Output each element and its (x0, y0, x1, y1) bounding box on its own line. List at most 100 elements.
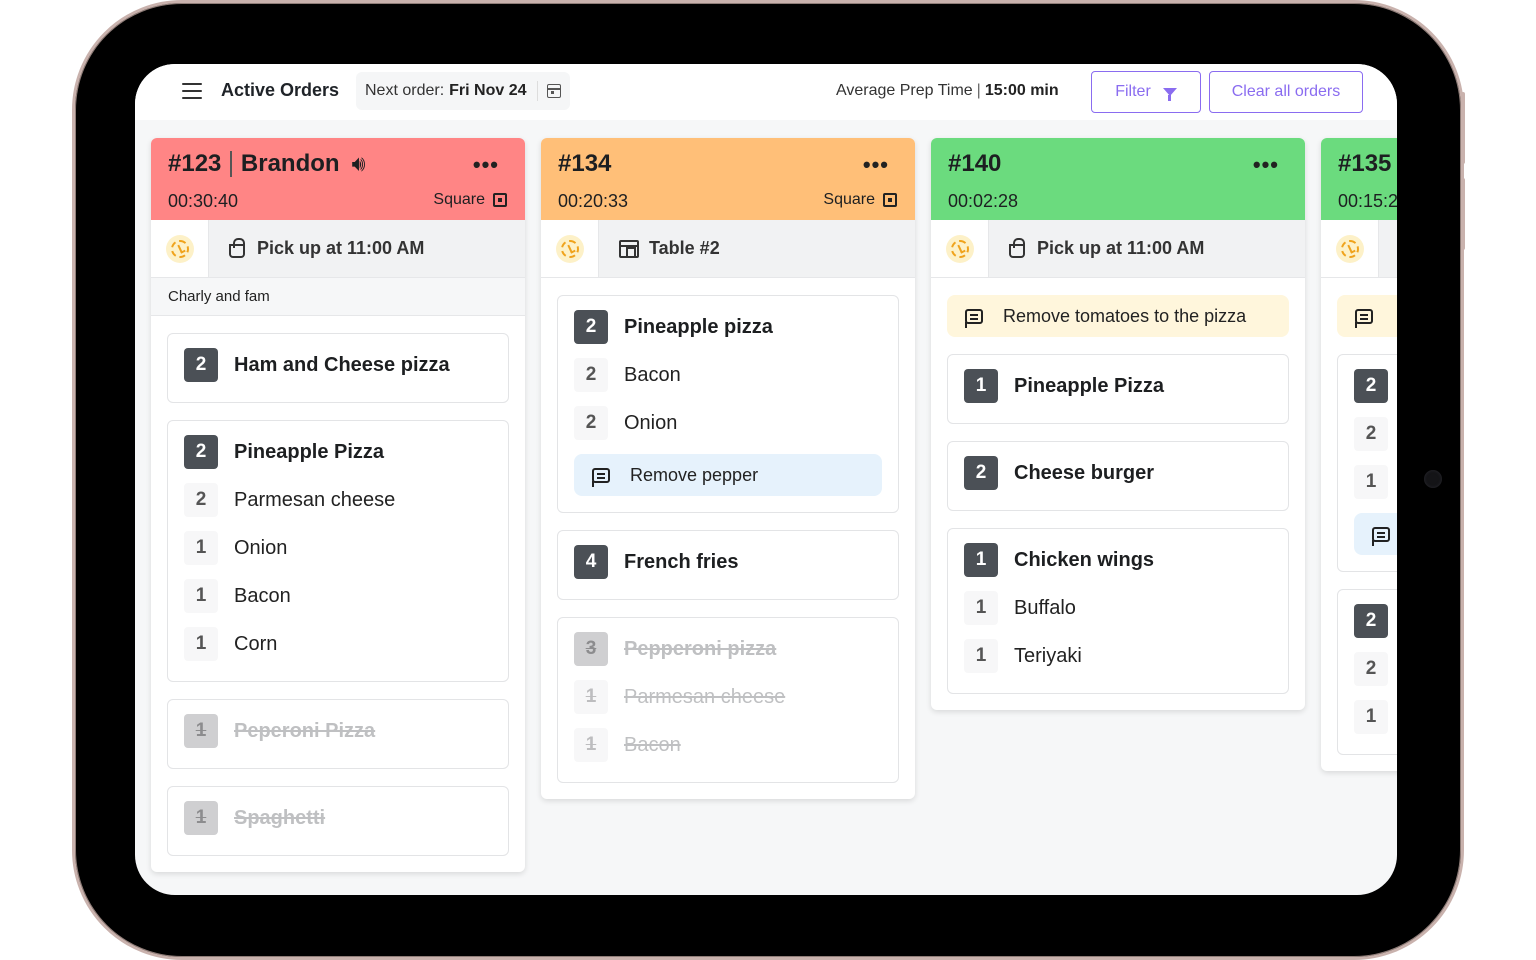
source-label: Square (433, 191, 485, 208)
page-title: Active Orders (221, 80, 340, 100)
modifier-qty: 1 (964, 639, 998, 673)
more-options-icon[interactable]: ••• (1253, 152, 1279, 178)
kds-screen: Active Orders Next order: Fri Nov 24 Ave… (135, 64, 1397, 895)
item-card[interactable]: 1 Pineapple Pizza (947, 354, 1289, 424)
order-timer: 00:30:40 (168, 191, 239, 211)
item-card[interactable]: 2 2 1 (1337, 354, 1397, 572)
item-name: Ham and Cheese pizza (234, 353, 450, 376)
store-icon (619, 239, 639, 258)
modifier-name: Teriyaki (1014, 644, 1082, 667)
item-qty: 1 (964, 369, 998, 403)
item-name: Pineapple pizza (624, 315, 773, 338)
front-camera (1424, 470, 1442, 488)
fulfillment-row: Pick up at 11:00 AM (931, 220, 1305, 278)
square-pos-icon (883, 193, 897, 207)
item-card[interactable]: 2 Cheese burger (947, 441, 1289, 511)
item-card-completed[interactable]: 1 Peperoni Pizza (167, 699, 509, 769)
ticket-header: #123 Brandon 🔊︎ ••• 00:30:40 Square (151, 138, 525, 220)
clear-all-orders-button[interactable]: Clear all orders (1209, 71, 1363, 113)
item-qty: 2 (1354, 604, 1388, 638)
modifier-name: Bacon (624, 363, 681, 386)
chat-note-icon (1355, 308, 1373, 328)
clear-all-label: Clear all orders (1231, 83, 1341, 100)
item-name: Cheese burger (1014, 461, 1155, 484)
ticket-items: 2 Pineapple pizza 2 Bacon 2 Onion Remove pe… (541, 278, 915, 799)
order-ticket[interactable]: #134 ••• 00:20:33 Square Table #2 2 Pinea… (541, 138, 915, 799)
modifier-name: Bacon (624, 733, 681, 756)
note-text: Remove tomatoes to the pizza (1003, 305, 1247, 326)
avg-prep-value: 15:00 min (984, 82, 1059, 99)
item-qty: 1 (184, 714, 218, 748)
chat-note-icon (1372, 526, 1390, 546)
clock-icon (165, 234, 194, 263)
next-order-label: Next order: (365, 82, 445, 99)
order-ticket[interactable]: #123 Brandon 🔊︎ ••• 00:30:40 Square Pick… (151, 138, 525, 872)
ticket-header: #134 ••• 00:20:33 Square (541, 138, 915, 220)
clock-icon (1335, 234, 1364, 263)
order-title: #140 (948, 150, 1001, 178)
fulfillment-info: Pick up at 11:00 AM (989, 220, 1305, 277)
clock-icon (945, 234, 974, 263)
item-name: Chicken wings (1014, 548, 1155, 571)
more-options-icon[interactable]: ••• (473, 152, 499, 178)
modifier-name: Corn (234, 632, 278, 655)
item-card[interactable]: 2 Ham and Cheese pizza (167, 333, 509, 403)
item-card[interactable]: 1 Chicken wings 1 Buffalo 1 Teriyaki (947, 528, 1289, 694)
item-qty: 1 (964, 543, 998, 577)
fulfillment-row (1321, 220, 1397, 278)
order-ticket[interactable]: #140 ••• 00:02:28 Pick up at 11:00 AM Re… (931, 138, 1305, 710)
fulfillment-row: Table #2 (541, 220, 915, 278)
order-timer: 00:02:28 (948, 191, 1019, 211)
filter-button[interactable]: Filter (1091, 71, 1201, 113)
item-card-completed[interactable]: 1 Spaghetti (167, 786, 509, 856)
modifier-name: Buffalo (1014, 596, 1076, 619)
fulfillment-info: Pick up at 11:00 AM (209, 220, 525, 277)
shopping-bag-icon (229, 237, 245, 258)
customer-note: Charly and fam (151, 278, 525, 316)
divider (230, 151, 232, 177)
modifier-qty: 2 (1354, 652, 1388, 686)
fulfillment-label: Pick up at 11:00 AM (257, 238, 425, 258)
modifier-name: Onion (624, 411, 678, 434)
timer-status-cell (151, 220, 209, 277)
modifier-qty: 1 (184, 627, 218, 661)
item-note (1354, 513, 1397, 555)
order-timer: 00:20:33 (558, 191, 629, 211)
volume-down-button (1461, 178, 1465, 250)
ticket-items: Remove tomatoes to the pizza 1 Pineapple … (931, 278, 1305, 710)
more-options-icon[interactable]: ••• (863, 152, 889, 178)
item-qty: 2 (184, 348, 218, 382)
order-number: #134 (558, 150, 612, 177)
order-note (1337, 295, 1397, 337)
ticket-header: #135 00:15:2 (1321, 138, 1397, 220)
order-title: #123 Brandon 🔊︎ (168, 150, 365, 178)
timer-status-cell (1321, 220, 1379, 277)
item-card-completed[interactable]: 3 Pepperoni pizza 1 Parmesan cheese 1 Bacon (557, 617, 899, 783)
item-name: Pepperoni pizza (624, 637, 777, 660)
item-qty: 3 (574, 632, 608, 666)
order-ticket-partial[interactable]: #135 00:15:2 2 2 1 2 2 1 (1321, 138, 1397, 771)
modifier-name: Bacon (234, 584, 291, 607)
order-number: #140 (948, 150, 1002, 177)
modifier-name: Onion (234, 536, 288, 559)
average-prep-time: Average Prep Time | 15:00 min (836, 82, 1059, 100)
modifier-qty: 2 (574, 358, 608, 392)
modifier-qty: 1 (184, 531, 218, 565)
item-qty: 1 (184, 801, 218, 835)
speaker-icon[interactable]: 🔊︎ (352, 151, 366, 177)
next-order-picker[interactable]: Next order: Fri Nov 24 (356, 72, 570, 110)
order-number: #123 (168, 150, 222, 177)
modifier-qty: 2 (184, 483, 218, 517)
hamburger-menu-icon[interactable] (182, 83, 202, 99)
item-card[interactable]: 4 French fries (557, 530, 899, 600)
item-name: Pineapple Pizza (1014, 374, 1165, 397)
item-qty: 2 (964, 456, 998, 490)
modifier-qty: 1 (574, 728, 608, 762)
item-card[interactable]: 2 2 1 (1337, 589, 1397, 755)
item-card[interactable]: 2 Pineapple pizza 2 Bacon 2 Onion Remove pe… (557, 295, 899, 513)
fulfillment-info (1379, 220, 1397, 277)
modifier-name: Parmesan cheese (234, 488, 396, 511)
item-card[interactable]: 2 Pineapple Pizza 2 Parmesan cheese 1 Onion… (167, 420, 509, 682)
calendar-icon[interactable] (546, 84, 561, 98)
filter-label: Filter (1115, 83, 1151, 100)
